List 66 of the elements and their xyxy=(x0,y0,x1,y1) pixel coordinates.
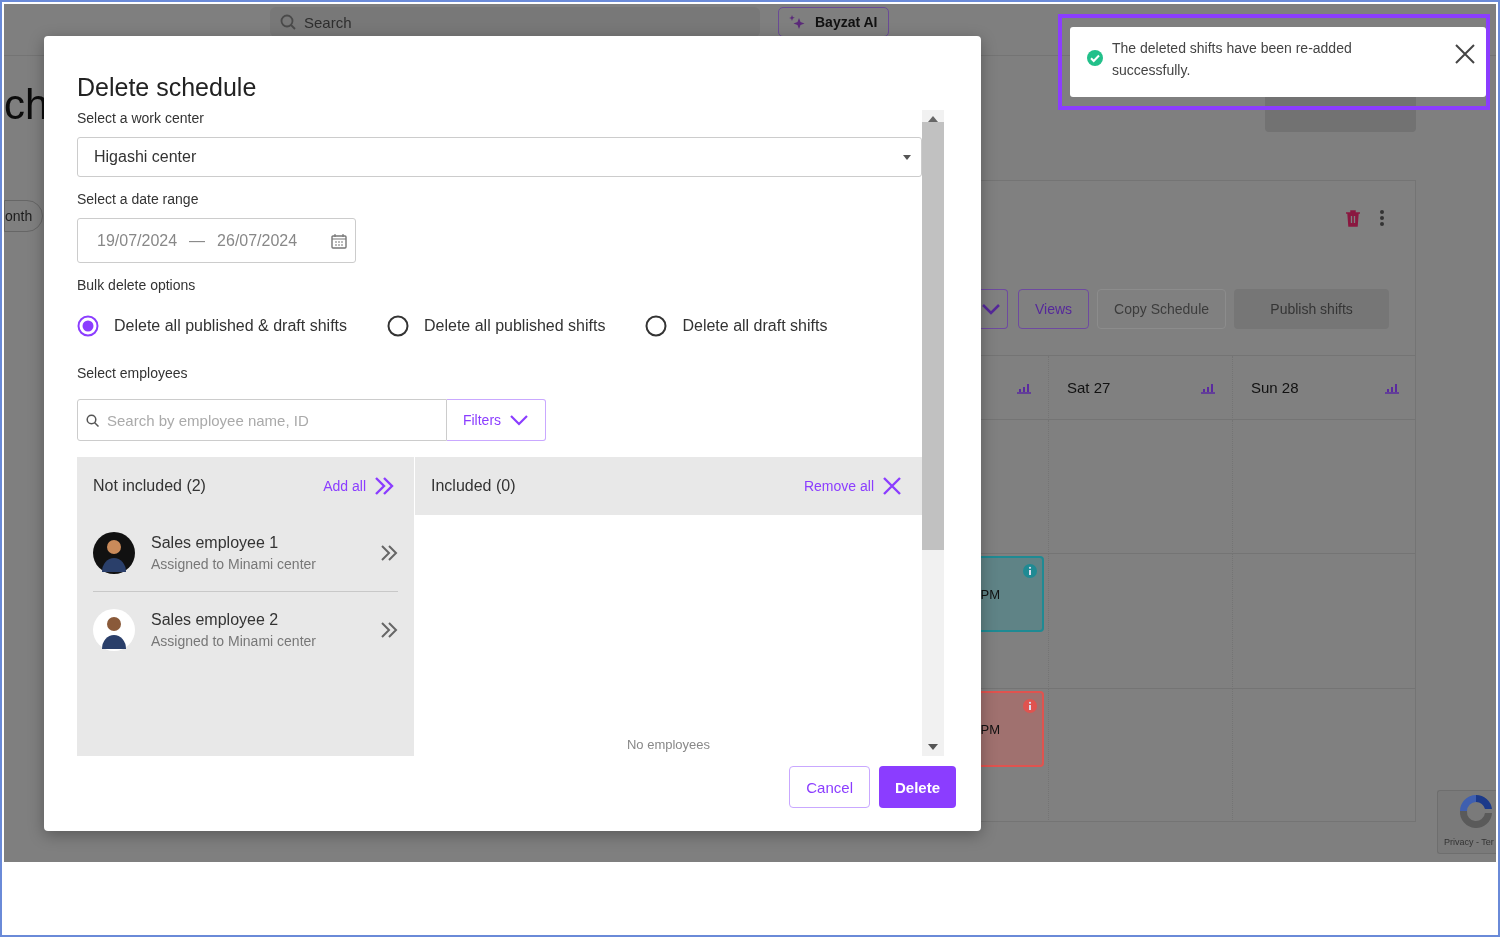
chart-icon[interactable] xyxy=(1016,381,1032,394)
caret-icon xyxy=(903,154,911,160)
toolbar-button[interactable]: Views xyxy=(1018,289,1090,329)
radio-button[interactable] xyxy=(387,315,409,337)
double-chevron-icon[interactable] xyxy=(380,544,398,562)
panel-title: Included (0) xyxy=(431,477,516,495)
close-icon[interactable] xyxy=(1454,43,1476,65)
double-chevron-icon xyxy=(374,477,394,495)
start-date: 19/07/2024 xyxy=(97,231,178,250)
chart-icon[interactable] xyxy=(1384,381,1400,394)
ai-button-label: Bayzat AI xyxy=(815,14,878,30)
shift-time: PM xyxy=(980,586,1000,602)
radio-option[interactable]: Delete all published & draft shifts xyxy=(77,315,347,337)
search-field[interactable]: Search xyxy=(270,7,760,37)
cancel-button[interactable]: Cancel xyxy=(789,766,870,808)
empty-message: No employees xyxy=(626,737,711,752)
date-separator: — xyxy=(189,231,206,250)
day-header: Sat 27 xyxy=(1067,379,1111,396)
employee-subtitle: Assigned to Minami center xyxy=(151,556,317,572)
radio-button[interactable] xyxy=(77,315,99,337)
date-range-field[interactable]: 19/07/2024 — 26/07/2024 xyxy=(77,218,356,263)
radio-option[interactable]: Delete all draft shifts xyxy=(645,315,828,337)
close-icon xyxy=(882,476,902,496)
search-icon xyxy=(86,414,99,427)
search-placeholder: Search xyxy=(304,13,352,31)
shift-time: PM xyxy=(980,721,1000,737)
info-icon xyxy=(1023,699,1037,713)
employee-subtitle: Assigned to Minami center xyxy=(151,632,317,649)
toast-message: The deleted shifts have been re-added successfully. xyxy=(1112,39,1353,80)
info-icon xyxy=(1023,564,1037,578)
radio-option[interactable]: Delete all published shifts xyxy=(387,315,606,337)
more-icon[interactable] xyxy=(1379,209,1385,227)
sparkle-icon xyxy=(789,14,805,30)
chart-icon[interactable] xyxy=(1200,381,1216,394)
panel-title: Not included (2) xyxy=(93,477,206,495)
calendar-icon[interactable] xyxy=(331,232,347,249)
day-header: Sun 28 xyxy=(1251,379,1299,396)
avatar xyxy=(93,532,135,574)
field-label: Select a date range xyxy=(77,191,200,207)
filters-button[interactable]: Filters xyxy=(447,399,546,441)
trash-icon[interactable] xyxy=(1345,209,1361,227)
add-all-button[interactable]: Add all xyxy=(323,477,394,495)
field-label: Select a work center xyxy=(77,110,205,126)
employee-row[interactable]: Sales employee 2 Assigned to Minami center xyxy=(93,591,398,667)
search-icon xyxy=(280,14,296,30)
field-label: Bulk delete options xyxy=(77,277,197,293)
check-circle-icon xyxy=(1087,50,1103,66)
employee-search-field[interactable]: Search by employee name, ID xyxy=(77,399,447,441)
scroll-down-icon[interactable] xyxy=(928,744,938,750)
dialog-title: Delete schedule xyxy=(77,72,258,102)
scrollbar-thumb[interactable] xyxy=(922,122,944,550)
delete-button[interactable]: Delete xyxy=(878,766,956,808)
radio-button[interactable] xyxy=(645,315,668,337)
employee-name: Sales employee 1 xyxy=(151,534,280,552)
remove-all-button[interactable]: Remove all xyxy=(803,476,902,496)
employee-row[interactable]: Sales employee 1 Assigned to Minami center xyxy=(93,515,398,591)
privacy-link[interactable]: Privacy - Ter xyxy=(1438,837,1494,847)
field-label: Select employees xyxy=(77,365,189,381)
work-center-select[interactable]: Higashi center xyxy=(77,137,922,177)
end-date: 26/07/2024 xyxy=(217,231,298,250)
avatar xyxy=(93,608,135,651)
employee-name: Sales employee 2 xyxy=(151,610,280,629)
chevron-down-icon xyxy=(980,303,1001,315)
chevron-down-icon xyxy=(509,414,530,426)
double-chevron-icon[interactable] xyxy=(380,620,398,639)
select-value: Higashi center xyxy=(94,148,197,166)
